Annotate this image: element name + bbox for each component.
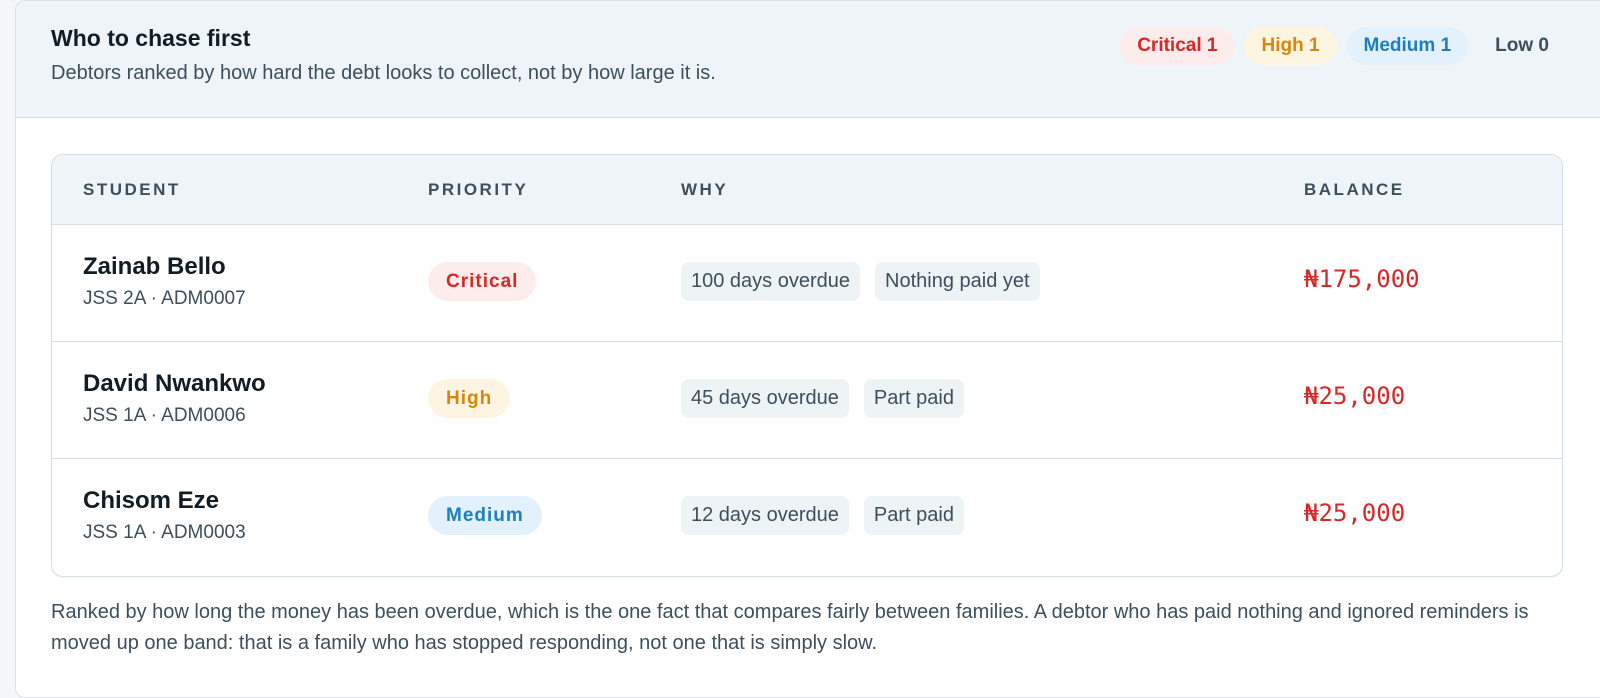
table-row[interactable]: Zainab Bello JSS 2A · ADM0007 Critical 1… [52,225,1562,342]
balance-amount: ₦25,000 [1304,382,1406,410]
card-title: Who to chase first [51,25,251,51]
priority-badge: High [428,379,511,418]
chase-priority-card: Who to chase first Debtors ranked by how… [15,0,1600,698]
student-meta: JSS 1A · ADM0006 [83,405,246,426]
priority-summary: Critical 1 High 1 Medium 1 Low 0 [1120,27,1566,65]
table-row[interactable]: David Nwankwo JSS 1A · ADM0006 High 45 d… [52,342,1562,459]
priority-badge: Critical [428,262,537,301]
student-meta: JSS 2A · ADM0007 [83,288,246,309]
column-header-why: WHY [681,180,729,199]
reason-tag: Part paid [863,496,964,535]
debtors-table: STUDENT PRIORITY WHY BALANCE Zainab Bell… [51,154,1563,577]
reason-tag: Part paid [863,379,964,418]
column-header-balance: BALANCE [1304,180,1405,199]
reason-tags: 100 days overdue Nothing paid yet [681,262,1040,301]
reason-tag: Nothing paid yet [875,262,1040,301]
ranking-footnote: Ranked by how long the money has been ov… [51,601,1529,654]
summary-critical-badge: Critical 1 [1120,27,1235,65]
table-header: STUDENT PRIORITY WHY BALANCE [52,155,1562,225]
student-name: Zainab Bello [83,253,226,280]
balance-amount: ₦25,000 [1304,499,1406,527]
column-header-student: STUDENT [83,180,181,199]
reason-tags: 12 days overdue Part paid [681,496,964,535]
summary-low-badge: Low 0 [1495,35,1549,56]
card-subtitle: Debtors ranked by how hard the debt look… [51,62,716,84]
table-row[interactable]: Chisom Eze JSS 1A · ADM0003 Medium 12 da… [52,459,1562,575]
student-name: David Nwankwo [83,370,266,397]
student-name: Chisom Eze [83,487,220,514]
reason-tag: 100 days overdue [681,262,861,301]
reason-tag: 45 days overdue [681,379,849,418]
column-header-priority: PRIORITY [428,180,529,199]
summary-medium-badge: Medium 1 [1346,27,1469,65]
balance-amount: ₦175,000 [1304,265,1420,293]
reason-tag: 12 days overdue [681,496,849,535]
summary-high-badge: High 1 [1244,27,1337,65]
card-header: Who to chase first Debtors ranked by how… [16,1,1600,118]
reason-tags: 45 days overdue Part paid [681,379,964,418]
priority-badge: Medium [428,496,542,535]
student-meta: JSS 1A · ADM0003 [83,522,246,543]
